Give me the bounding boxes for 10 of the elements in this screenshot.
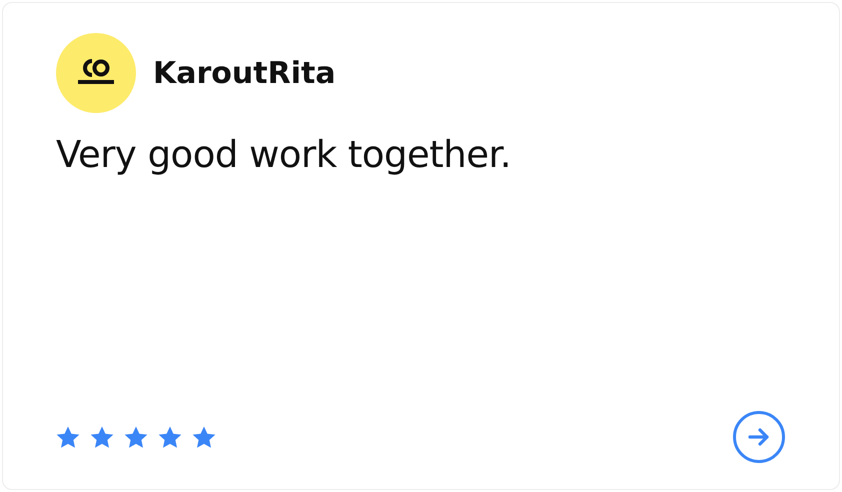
- avatar-icon: [56, 33, 136, 113]
- author-name: KaroutRita: [153, 56, 336, 90]
- star-icon: [56, 426, 80, 448]
- star-icon: [90, 426, 114, 448]
- star-icon: [124, 426, 148, 448]
- review-text: Very good work together.: [56, 133, 512, 176]
- arrow-right-icon: [748, 427, 770, 447]
- star-icon: [192, 426, 216, 448]
- star-icon: [158, 426, 182, 448]
- next-button[interactable]: [733, 411, 785, 463]
